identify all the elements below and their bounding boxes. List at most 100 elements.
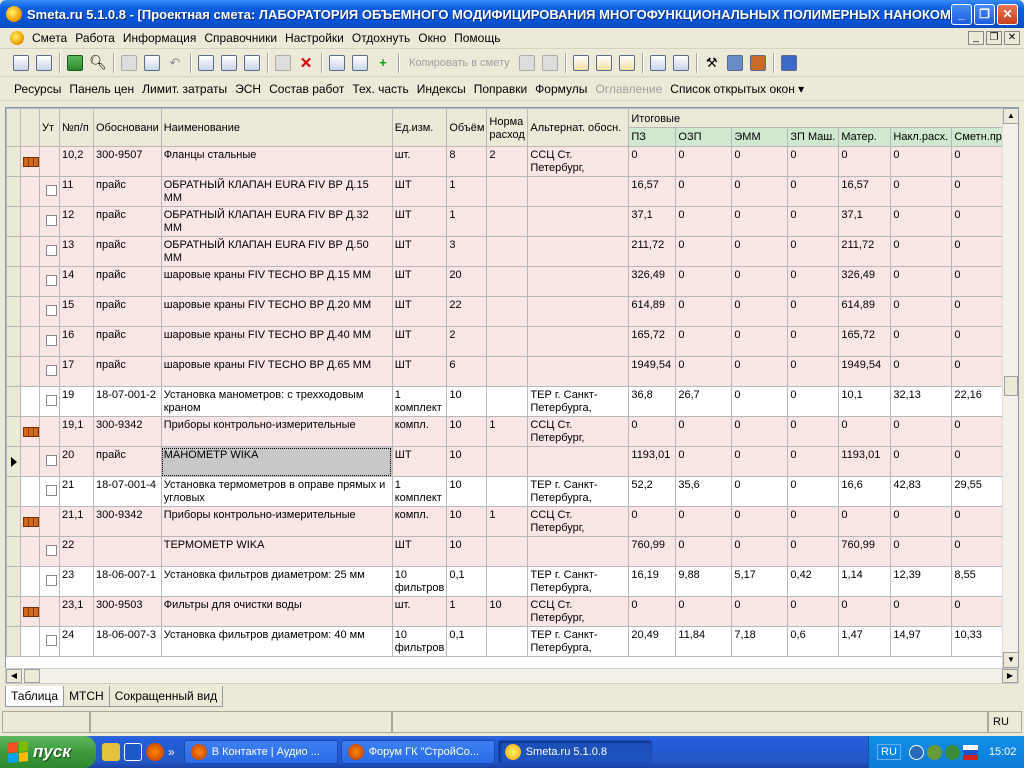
- overhead-cell[interactable]: 0: [890, 206, 953, 237]
- unit-cell[interactable]: ШТ: [391, 536, 448, 567]
- norm-cell[interactable]: [486, 626, 529, 657]
- num-cell[interactable]: 11: [59, 176, 94, 207]
- ut-cell[interactable]: [39, 356, 60, 387]
- ut-cell[interactable]: [39, 536, 60, 567]
- volume-cell[interactable]: 10: [446, 476, 488, 507]
- excel-icon[interactable]: [64, 52, 86, 74]
- mater-cell[interactable]: 10,1: [838, 386, 892, 417]
- ut-cell[interactable]: [39, 236, 60, 267]
- norm-cell[interactable]: [486, 446, 529, 477]
- paste-icon[interactable]: [539, 52, 561, 74]
- ut-cell[interactable]: [39, 296, 60, 327]
- unit-cell[interactable]: ШТ: [391, 176, 448, 207]
- ut-checkbox[interactable]: [46, 335, 57, 346]
- task-vkontakte[interactable]: В Контакте | Аудио ...: [183, 740, 338, 764]
- zp-mash-cell[interactable]: 0: [787, 446, 840, 477]
- column-header-emm[interactable]: ЭММ: [731, 127, 789, 147]
- language-indicator[interactable]: RU: [877, 744, 901, 760]
- zp-mash-cell[interactable]: 0: [787, 206, 840, 237]
- column-header-ozp[interactable]: ОЗП: [675, 127, 733, 147]
- zp-mash-cell[interactable]: 0,6: [787, 626, 840, 657]
- row-indicator[interactable]: [6, 236, 21, 267]
- basis-cell[interactable]: 300-9503: [93, 596, 162, 627]
- ozp-cell[interactable]: 0: [675, 266, 733, 297]
- menu-help[interactable]: Помощь: [450, 31, 504, 45]
- ut-checkbox[interactable]: [46, 305, 57, 316]
- mater-cell[interactable]: 165,72: [838, 326, 892, 357]
- column-header-norm[interactable]: Норма расход: [486, 108, 529, 147]
- overhead-cell[interactable]: 0: [890, 356, 953, 387]
- emm-cell[interactable]: 0: [731, 326, 789, 357]
- num-cell[interactable]: 24: [59, 626, 94, 657]
- emm-cell[interactable]: 0: [731, 236, 789, 267]
- name-cell[interactable]: ТЕРМОМЕТР WIKA: [160, 536, 393, 567]
- alt-basis-cell[interactable]: ССЦ Ст. Петербург,: [527, 506, 630, 537]
- work-composition-button[interactable]: Состав работ: [265, 82, 348, 96]
- zp-mash-cell[interactable]: 0: [787, 236, 840, 267]
- overhead-cell[interactable]: 0: [890, 416, 953, 447]
- ut-cell[interactable]: [39, 476, 60, 507]
- table-row[interactable]: 22 ТЕРМОМЕТР WIKA ШТ 10 760,99 0 0 0 760,99 0 0: [6, 536, 1018, 567]
- table-row[interactable]: 23,1 300-9503 Фильтры для очистки воды шт. 1…: [6, 596, 1018, 627]
- ozp-cell[interactable]: 26,7: [675, 386, 733, 417]
- overhead-cell[interactable]: 0: [890, 266, 953, 297]
- emm-cell[interactable]: 0: [731, 266, 789, 297]
- table-row[interactable]: 20 прайс МАНОМЕТР WIKA ШТ 10 1193,01 0 0 0 1193,0…: [6, 446, 1018, 477]
- menu-references[interactable]: Справочники: [200, 31, 281, 45]
- volume-cell[interactable]: 8: [446, 146, 488, 177]
- zp-mash-cell[interactable]: 0: [787, 476, 840, 507]
- column-header-alt-basis[interactable]: Альтернат. обосн.: [527, 108, 630, 147]
- emm-cell[interactable]: 0: [731, 296, 789, 327]
- row-indicator[interactable]: [6, 626, 21, 657]
- pz-cell[interactable]: 16,57: [628, 176, 677, 207]
- mater-cell[interactable]: 1,14: [838, 566, 892, 597]
- ozp-cell[interactable]: 0: [675, 416, 733, 447]
- ut-checkbox[interactable]: [46, 215, 57, 226]
- emm-cell[interactable]: 0: [731, 206, 789, 237]
- overhead-cell[interactable]: 12,39: [890, 566, 953, 597]
- basis-cell[interactable]: 18-06-007-3: [93, 626, 162, 657]
- basis-cell[interactable]: прайс: [93, 176, 162, 207]
- horizontal-scrollbar[interactable]: ◀ ▶: [5, 668, 1019, 684]
- pz-cell[interactable]: 1193,01: [628, 446, 677, 477]
- pen-icon[interactable]: [102, 743, 120, 761]
- doc-icon[interactable]: [647, 52, 669, 74]
- ut-checkbox[interactable]: [46, 545, 57, 556]
- table-row[interactable]: 19,1 300-9342 Приборы контрольно-измерител…: [6, 416, 1018, 447]
- overhead-cell[interactable]: 32,13: [890, 386, 953, 417]
- norm-cell[interactable]: [486, 386, 529, 417]
- price-panel-button[interactable]: Панель цен: [65, 82, 138, 96]
- unit-cell[interactable]: ШТ: [391, 206, 448, 237]
- norm-cell[interactable]: [486, 476, 529, 507]
- chevron-icon[interactable]: »: [168, 745, 175, 759]
- ozp-cell[interactable]: 0: [675, 176, 733, 207]
- norm-cell[interactable]: 2: [486, 146, 529, 177]
- ut-checkbox[interactable]: [46, 575, 57, 586]
- ut-checkbox[interactable]: [46, 395, 57, 406]
- column-header-num[interactable]: №п/п: [59, 108, 94, 147]
- row-indicator[interactable]: [6, 446, 21, 477]
- row-indicator[interactable]: [6, 536, 21, 567]
- pz-cell[interactable]: 1949,54: [628, 356, 677, 387]
- ozp-cell[interactable]: 11,84: [675, 626, 733, 657]
- name-cell[interactable]: Установка манометров: с трехходовым кран…: [160, 386, 393, 417]
- table-row[interactable]: 23 18-06-007-1 Установка фильтров диаметро…: [6, 566, 1018, 597]
- maximize-button[interactable]: ❐: [974, 3, 995, 25]
- row-indicator[interactable]: [6, 266, 21, 297]
- emm-cell[interactable]: 0: [731, 416, 789, 447]
- mater-cell[interactable]: 0: [838, 506, 892, 537]
- mdi-close-button[interactable]: ✕: [1004, 31, 1020, 45]
- ut-cell[interactable]: [39, 566, 60, 597]
- estimate-grid[interactable]: Ут №п/п Обосновани Наименование Ед.изм. …: [5, 107, 1019, 669]
- resources-button[interactable]: Ресурсы: [10, 82, 65, 96]
- zp-mash-cell[interactable]: 0: [787, 386, 840, 417]
- emm-cell[interactable]: 0: [731, 176, 789, 207]
- zp-mash-cell[interactable]: 0: [787, 176, 840, 207]
- overhead-cell[interactable]: 42,83: [890, 476, 953, 507]
- calc-icon[interactable]: [326, 52, 348, 74]
- pz-cell[interactable]: 16,19: [628, 566, 677, 597]
- basis-cell[interactable]: прайс: [93, 446, 162, 477]
- ut-cell[interactable]: [39, 626, 60, 657]
- mater-cell[interactable]: 326,49: [838, 266, 892, 297]
- table-row[interactable]: 21 18-07-001-4 Установка термометров в опр…: [6, 476, 1018, 507]
